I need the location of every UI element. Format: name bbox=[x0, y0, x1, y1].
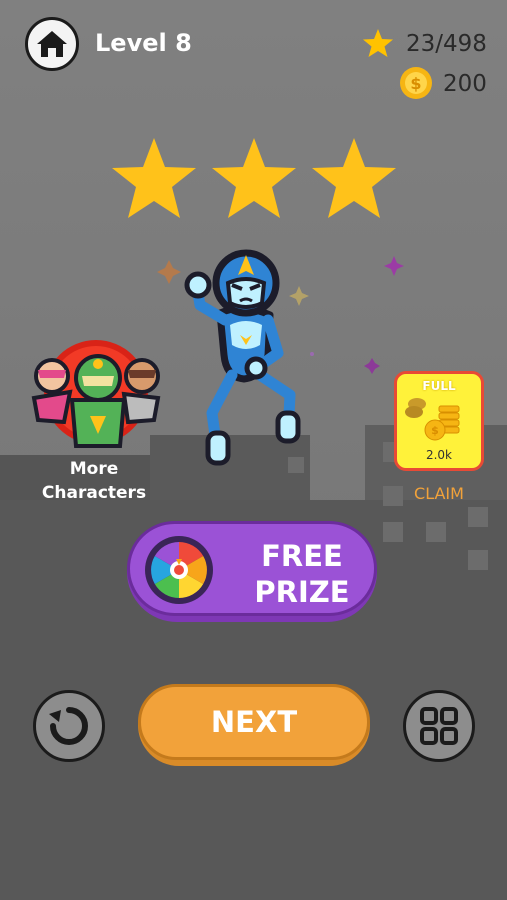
coin-bank-button[interactable]: FULL $ 2.0k bbox=[394, 371, 484, 471]
coin-bank-amount: 2.0k bbox=[425, 448, 453, 462]
rating-star-1 bbox=[112, 138, 196, 218]
svg-text:$: $ bbox=[410, 74, 421, 93]
free-prize-label-line2: PRIZE bbox=[254, 575, 350, 609]
more-characters-label: More Characters bbox=[20, 457, 168, 505]
svg-text:$: $ bbox=[431, 424, 439, 437]
levels-menu-button[interactable] bbox=[403, 690, 475, 762]
claim-button[interactable]: CLAIM bbox=[394, 484, 484, 503]
coin-stack-icon: $ bbox=[405, 398, 460, 441]
coin-icon: $ bbox=[400, 67, 432, 99]
game-stage: Level 8 23/498 $ 200 More Characters FUL… bbox=[0, 0, 507, 900]
star-counter-icon bbox=[363, 29, 393, 57]
free-prize-label: FREE PRIZE bbox=[240, 538, 364, 610]
level-title: Level 8 bbox=[95, 29, 192, 57]
home-button[interactable] bbox=[25, 17, 79, 71]
rating-star-3 bbox=[312, 138, 396, 218]
stars-count: 23/498 bbox=[406, 31, 487, 57]
next-label: NEXT bbox=[210, 705, 298, 739]
prize-wheel-icon bbox=[145, 536, 213, 604]
restart-icon bbox=[49, 707, 88, 745]
home-icon bbox=[37, 31, 67, 57]
free-prize-label-line1: FREE bbox=[261, 539, 343, 573]
hero-character bbox=[184, 249, 301, 466]
rating-star-2 bbox=[212, 138, 296, 218]
more-characters-label-line1: More bbox=[69, 459, 119, 479]
coins-count: 200 bbox=[443, 71, 487, 97]
coin-bank-status: FULL bbox=[422, 379, 456, 393]
restart-button[interactable] bbox=[33, 690, 105, 762]
grid-icon bbox=[420, 707, 458, 745]
next-button[interactable]: NEXT bbox=[138, 684, 370, 760]
characters-group-icon bbox=[31, 340, 161, 448]
more-characters-label-line2: Characters bbox=[41, 483, 147, 503]
more-characters-button[interactable] bbox=[24, 340, 164, 450]
free-prize-button[interactable]: FREE PRIZE bbox=[127, 521, 377, 616]
